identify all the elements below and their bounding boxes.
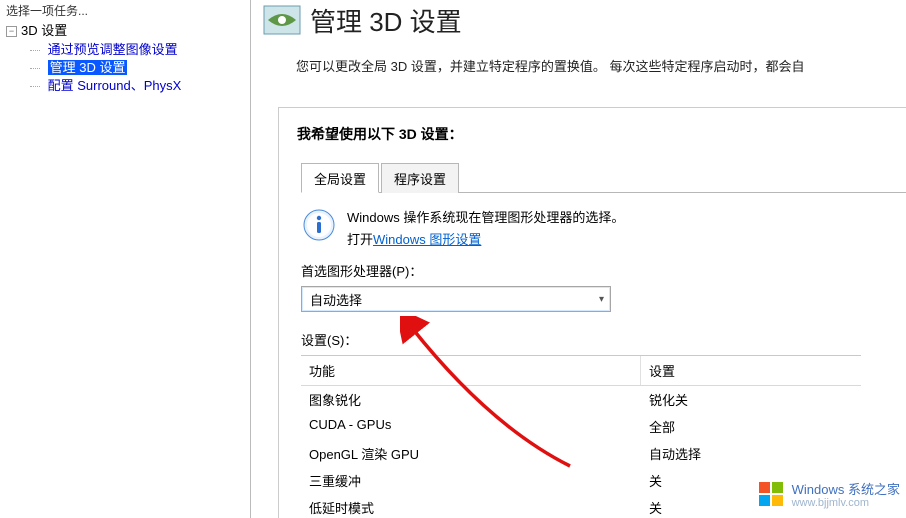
- table-row[interactable]: OpenGL 渲染 GPU 自动选择: [301, 440, 861, 467]
- info-text: Windows 操作系统现在管理图形处理器的选择。 打开Windows 图形设置: [347, 207, 624, 251]
- gpu-dropdown-value: 自动选择: [310, 290, 362, 309]
- col-feature: 功能: [301, 356, 641, 385]
- main-content: 管理 3D 设置 您可以更改全局 3D 设置，并建立特定程序的置换值。 每次这些…: [254, 0, 906, 518]
- tab-program[interactable]: 程序设置: [381, 163, 459, 193]
- nvidia-eye-icon: [262, 0, 302, 40]
- page-title: 管理 3D 设置: [310, 2, 462, 39]
- col-setting: 设置: [641, 356, 683, 385]
- gpu-label: 首选图形处理器(P)：: [301, 261, 906, 280]
- table-row[interactable]: CUDA - GPUs 全部: [301, 413, 861, 440]
- tree-root-3d[interactable]: − 3D 设置: [2, 21, 250, 41]
- table-row[interactable]: 图象锐化 锐化关: [301, 386, 861, 413]
- section-heading: 我希望使用以下 3D 设置：: [279, 124, 906, 144]
- tab-global[interactable]: 全局设置: [301, 163, 379, 193]
- settings-box: 我希望使用以下 3D 设置： 全局设置 程序设置: [278, 107, 906, 518]
- tab-strip: 全局设置 程序设置: [301, 162, 906, 193]
- chevron-down-icon: ▾: [599, 294, 604, 305]
- collapse-icon[interactable]: −: [6, 26, 17, 37]
- tree-item-manage-3d[interactable]: 管理 3D 设置: [2, 59, 250, 77]
- windows-logo-icon: [756, 479, 786, 512]
- gpu-dropdown[interactable]: 自动选择 ▾: [301, 286, 611, 312]
- info-icon: [301, 207, 337, 243]
- nav-tree-panel: 选择一项任务... − 3D 设置 通过预览调整图像设置 管理 3D 设置 配置…: [0, 0, 250, 518]
- tree-item-image-preview[interactable]: 通过预览调整图像设置: [2, 41, 250, 59]
- tree-item-surround-physx[interactable]: 配置 Surround、PhysX: [2, 77, 250, 95]
- page-description: 您可以更改全局 3D 设置，并建立特定程序的置换值。 每次这些特定程序启动时，都…: [254, 48, 906, 85]
- watermark: Windows 系统之家 www.bjjmlv.com: [756, 479, 900, 512]
- settings-label: 设置(S)：: [301, 330, 906, 349]
- nav-panel-title: 选择一项任务...: [2, 2, 250, 19]
- windows-graphics-link[interactable]: Windows 图形设置: [373, 232, 481, 247]
